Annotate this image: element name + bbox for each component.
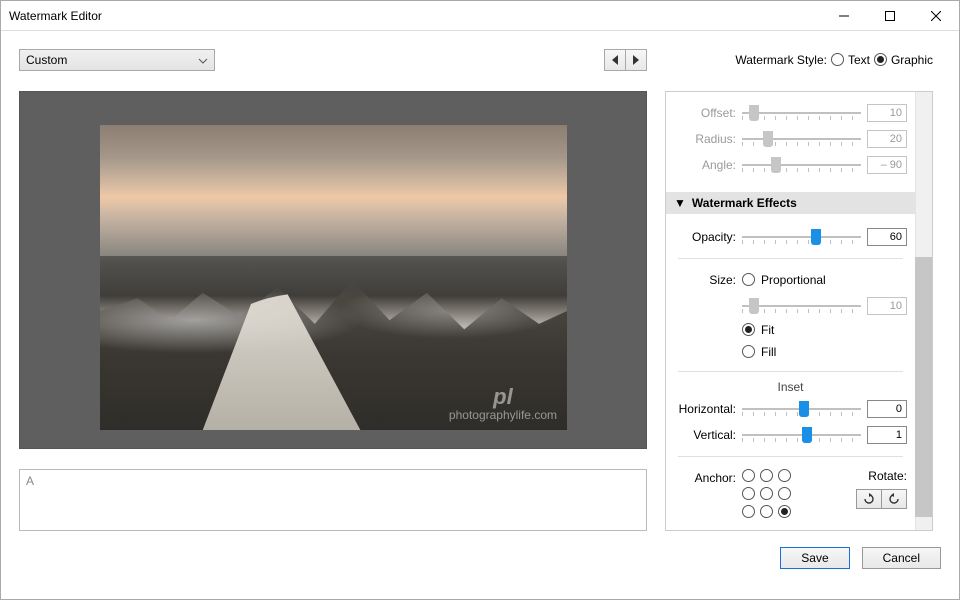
maximize-button[interactable] (867, 1, 913, 31)
window-title: Watermark Editor (9, 9, 821, 23)
anchor-tc[interactable] (760, 469, 773, 482)
opacity-row: Opacity: 60 (666, 224, 915, 250)
style-graphic-label: Graphic (891, 53, 933, 67)
size-fit-row: Fit (742, 319, 915, 341)
watermark-style-label: Watermark Style: (735, 53, 827, 67)
size-fill-label: Fill (761, 345, 776, 359)
angle-label: Angle: (674, 158, 736, 172)
vertical-label: Vertical: (674, 428, 736, 442)
panel-scrollbar-thumb[interactable] (915, 257, 932, 517)
rotate-label: Rotate: (868, 469, 907, 483)
style-graphic-radio[interactable] (874, 53, 887, 66)
preset-selected-label: Custom (26, 53, 67, 67)
watermark-style-row: Watermark Style: Text Graphic (665, 49, 933, 71)
anchor-bl[interactable] (742, 505, 755, 518)
anchor-tl[interactable] (742, 469, 755, 482)
title-bar: Watermark Editor (1, 1, 959, 31)
chevron-down-icon (198, 53, 208, 67)
preview-canvas: pl photographylife.com (19, 91, 647, 449)
effects-header[interactable]: ▼ Watermark Effects (666, 192, 915, 214)
horizontal-value[interactable]: 0 (867, 400, 907, 418)
right-column: Watermark Style: Text Graphic Offset: 10… (665, 49, 933, 531)
opacity-slider[interactable] (742, 228, 861, 246)
angle-slider (742, 156, 861, 174)
watermark-logo: pl (449, 386, 557, 408)
content-area: Custom pl photographylife.com A (1, 31, 959, 541)
watermark-overlay: pl photographylife.com (449, 386, 557, 422)
radius-value: 20 (867, 130, 907, 148)
preview-image: pl photographylife.com (100, 125, 567, 430)
anchor-grid (742, 469, 794, 521)
anchor-mr[interactable] (778, 487, 791, 500)
offset-label: Offset: (674, 106, 736, 120)
anchor-rotate-row: Anchor: Rotate: (666, 465, 915, 521)
inset-heading: Inset (666, 380, 915, 394)
anchor-br[interactable] (778, 505, 791, 518)
vertical-slider[interactable] (742, 426, 861, 444)
angle-value: – 90 (867, 156, 907, 174)
proportional-slider-row: 10 (666, 293, 915, 319)
radius-row: Radius: 20 (666, 126, 915, 152)
minimize-button[interactable] (821, 1, 867, 31)
preset-dropdown[interactable]: Custom (19, 49, 215, 71)
effects-header-label: Watermark Effects (692, 196, 797, 210)
horizontal-slider[interactable] (742, 400, 861, 418)
vertical-row: Vertical: 1 (666, 422, 915, 448)
horizontal-row: Horizontal: 0 (666, 396, 915, 422)
radius-label: Radius: (674, 132, 736, 146)
size-proportional-row: Size: Proportional (666, 267, 915, 293)
anchor-tr[interactable] (778, 469, 791, 482)
left-column: Custom pl photographylife.com A (19, 49, 647, 531)
proportional-slider (742, 297, 861, 315)
anchor-bc[interactable] (760, 505, 773, 518)
next-image-button[interactable] (625, 49, 647, 71)
anchor-ml[interactable] (742, 487, 755, 500)
watermark-text-input[interactable]: A (19, 469, 647, 531)
vertical-value[interactable]: 1 (867, 426, 907, 444)
offset-row: Offset: 10 (666, 100, 915, 126)
preview-nav (605, 49, 647, 71)
style-text-radio[interactable] (831, 53, 844, 66)
horizontal-label: Horizontal: (674, 402, 736, 416)
opacity-label: Opacity: (674, 230, 736, 244)
save-button[interactable]: Save (780, 547, 849, 569)
style-text-label: Text (848, 53, 870, 67)
effects-panel: Offset: 10 Radius: 20 Angle: – 90 ▼ Wate… (665, 91, 933, 531)
anchor-mc[interactable] (760, 487, 773, 500)
size-fit-label: Fit (761, 323, 774, 337)
preset-row: Custom (19, 49, 647, 71)
size-label: Size: (674, 273, 736, 287)
anchor-label: Anchor: (674, 469, 736, 485)
rotate-cw-button[interactable] (856, 489, 882, 509)
cancel-button[interactable]: Cancel (862, 547, 941, 569)
proportional-value: 10 (867, 297, 907, 315)
triangle-down-icon: ▼ (674, 196, 686, 210)
radius-slider (742, 130, 861, 148)
close-button[interactable] (913, 1, 959, 31)
size-fill-radio[interactable] (742, 345, 755, 358)
rotate-ccw-button[interactable] (881, 489, 907, 509)
dialog-footer: Save Cancel (1, 541, 959, 569)
offset-slider (742, 104, 861, 122)
size-proportional-label: Proportional (761, 273, 826, 287)
angle-row: Angle: – 90 (666, 152, 915, 178)
watermark-subtext: photographylife.com (449, 408, 557, 422)
opacity-value[interactable]: 60 (867, 228, 907, 246)
panel-scrollbar-track[interactable] (915, 92, 932, 530)
prev-image-button[interactable] (604, 49, 626, 71)
offset-value: 10 (867, 104, 907, 122)
size-fill-row: Fill (742, 341, 915, 363)
size-proportional-radio[interactable] (742, 273, 755, 286)
size-fit-radio[interactable] (742, 323, 755, 336)
